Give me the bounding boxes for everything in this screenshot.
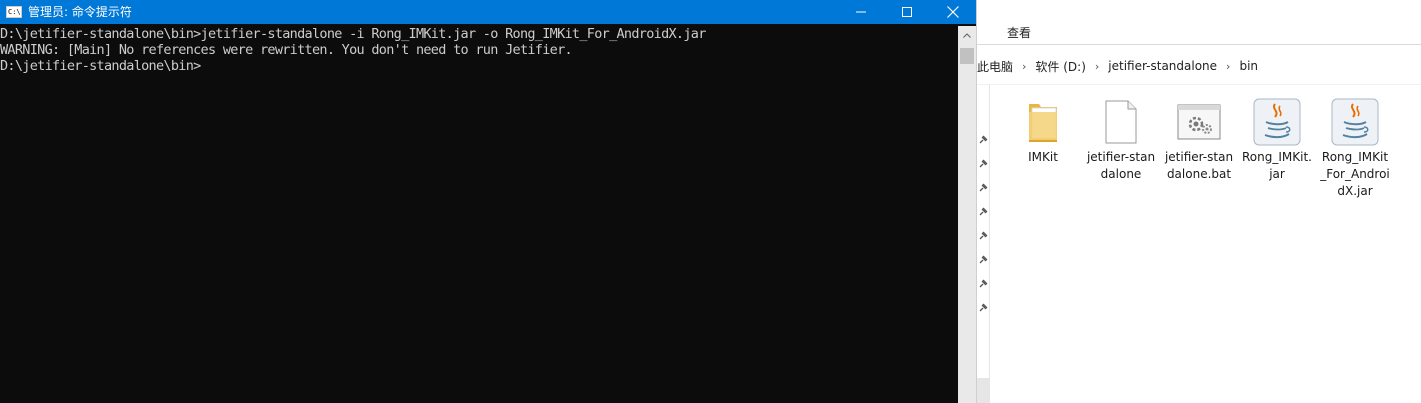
maximize-button[interactable]: [884, 0, 930, 24]
close-button[interactable]: [930, 0, 976, 24]
file-name: Rong_IMKit_For_AndroidX.jar: [1320, 150, 1390, 198]
breadcrumb-jetifier-standalone[interactable]: jetifier-standalone: [1108, 59, 1217, 73]
chevron-right-icon[interactable]: ›: [1022, 60, 1026, 73]
command-prompt-window: C:\ 管理员: 命令提示符 D:\jetifier-standalone\bi…: [0, 0, 976, 403]
breadcrumb-this-pc[interactable]: 此电脑: [977, 58, 1013, 75]
minimize-icon: [856, 11, 866, 13]
close-icon: [947, 6, 959, 18]
batch-file-icon: [1171, 96, 1227, 148]
java-jar-icon: [1327, 96, 1383, 148]
navigation-pane[interactable]: [977, 85, 990, 403]
file-list[interactable]: IMKit jetifier-standalone jetifier-stand…: [991, 88, 1421, 403]
desktop: C:\ 管理员: 命令提示符 D:\jetifier-standalone\bi…: [0, 0, 1421, 403]
ribbon-tab-view[interactable]: 查看: [1007, 24, 1031, 41]
breadcrumb[interactable]: 此电脑 › 软件 (D:) › jetifier-standalone › bi…: [977, 54, 1421, 78]
pin-icon[interactable]: [978, 207, 988, 217]
console-app-icon-text: C:\: [8, 8, 21, 16]
maximize-icon: [902, 7, 912, 17]
pin-icon[interactable]: [978, 135, 988, 145]
console-scrollbar[interactable]: [958, 26, 976, 403]
console-line: WARNING: [Main] No references were rewri…: [0, 42, 573, 58]
breadcrumb-bin[interactable]: bin: [1239, 59, 1258, 73]
folder-icon: [1015, 96, 1071, 148]
pin-icon[interactable]: [978, 183, 988, 193]
scroll-up-button[interactable]: [958, 26, 976, 44]
minimize-button[interactable]: [838, 0, 884, 24]
file-name: jetifier-standalone.bat: [1164, 150, 1234, 181]
chevron-up-icon: [963, 32, 971, 38]
console-titlebar[interactable]: C:\ 管理员: 命令提示符: [0, 0, 976, 24]
file-name: IMKit: [1028, 150, 1058, 164]
pin-icon[interactable]: [978, 303, 988, 313]
java-jar-icon: [1249, 96, 1305, 148]
file-item-jetifier-standalone-bat[interactable]: jetifier-standalone.bat: [1163, 96, 1235, 183]
console-app-icon: C:\: [6, 6, 22, 18]
pin-icon[interactable]: [978, 255, 988, 265]
pin-icon[interactable]: [978, 159, 988, 169]
file-name: jetifier-standalone: [1086, 150, 1156, 181]
chevron-right-icon[interactable]: ›: [1226, 60, 1230, 73]
chevron-right-icon[interactable]: ›: [1095, 60, 1099, 73]
file-explorer-window: 查看 此电脑 › 软件 (D:) › jetifier-standalone ›…: [976, 0, 1421, 403]
console-prompt-line: D:\jetifier-standalone\bin>: [0, 58, 201, 74]
breadcrumb-drive-d[interactable]: 软件 (D:): [1035, 58, 1085, 75]
nav-pane-scrollbar[interactable]: [977, 378, 989, 403]
file-item-rong-imkit-jar[interactable]: Rong_IMKit.jar: [1241, 96, 1313, 183]
pin-icon[interactable]: [978, 279, 988, 289]
file-name: Rong_IMKit.jar: [1242, 150, 1312, 181]
pin-icon[interactable]: [978, 231, 988, 241]
console-output[interactable]: D:\jetifier-standalone\bin>jetifier-stan…: [0, 26, 958, 403]
file-item-rong-imkit-for-androidx-jar[interactable]: Rong_IMKit_For_AndroidX.jar: [1319, 96, 1391, 200]
file-item-jetifier-standalone[interactable]: jetifier-standalone: [1085, 96, 1157, 183]
ribbon-divider: [977, 44, 1421, 45]
scrollbar-thumb[interactable]: [960, 48, 974, 64]
console-line: D:\jetifier-standalone\bin>jetifier-stan…: [0, 26, 706, 42]
ribbon: 查看: [977, 0, 1421, 44]
blank-file-icon: [1093, 96, 1149, 148]
address-divider: [977, 84, 1421, 85]
console-title: 管理员: 命令提示符: [28, 5, 132, 19]
file-item-imkit[interactable]: IMKit: [1007, 96, 1079, 166]
